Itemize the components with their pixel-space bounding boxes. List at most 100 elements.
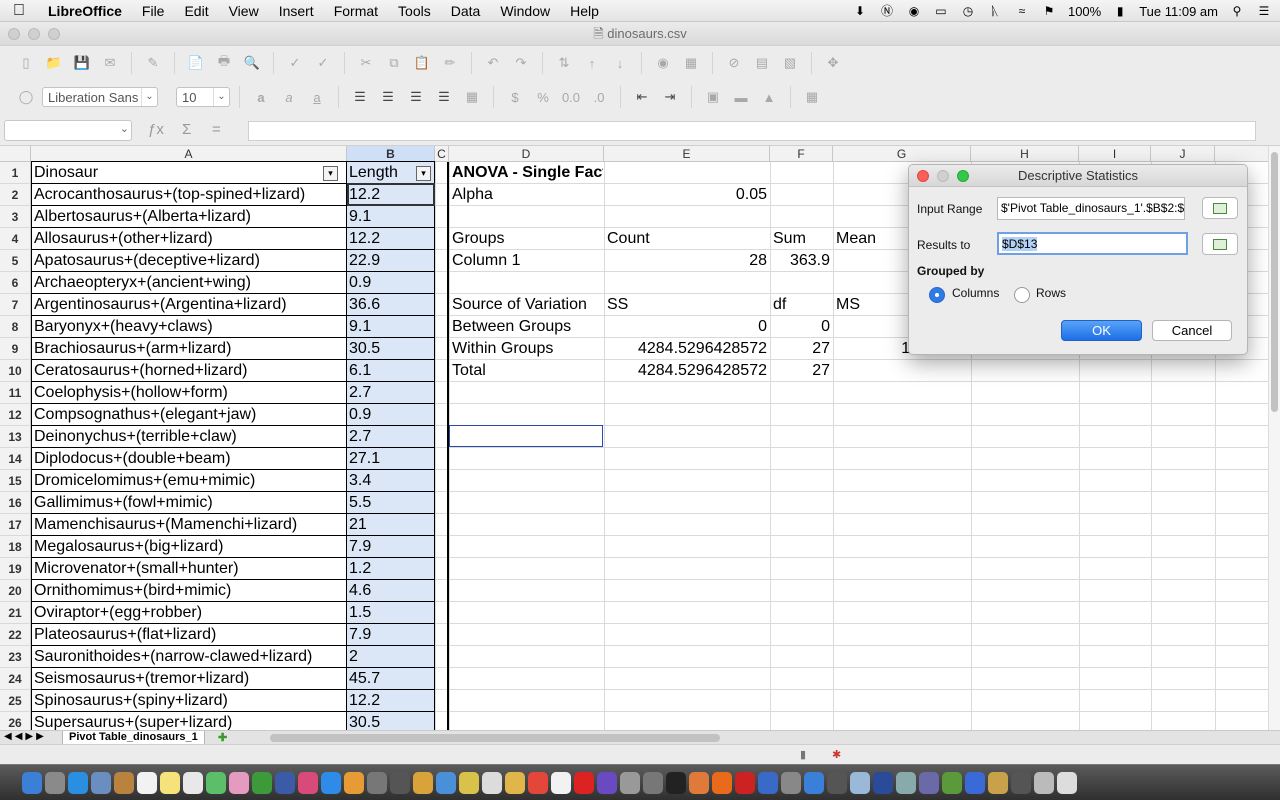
menu-format[interactable]: Format (324, 3, 388, 19)
underline-icon[interactable]: a (307, 87, 327, 107)
trash-icon[interactable] (1057, 771, 1077, 794)
document-modified-icon[interactable]: ✱ (832, 748, 841, 761)
vertical-scroll-thumb[interactable] (1271, 152, 1278, 412)
add-sheet-icon[interactable]: ✚ (218, 731, 227, 744)
dinosaur-name-cell[interactable]: Deinonychus+(terrible+claw) (32, 426, 346, 448)
source-header-cell[interactable]: Source of Variation (450, 294, 603, 316)
length-cell[interactable]: 0.9 (347, 272, 434, 294)
dialog-close-button[interactable] (917, 170, 929, 182)
chevron-down-icon[interactable]: ⌄ (141, 88, 157, 106)
downloads-stack-icon[interactable] (1011, 771, 1031, 794)
autospell-icon[interactable]: ✓ (313, 53, 333, 73)
app-icon[interactable] (758, 771, 778, 794)
dinosaur-name-cell[interactable]: Coelophysis+(hollow+form) (32, 382, 346, 404)
input-range-field[interactable]: $'Pivot Table_dinosaurs_1'.$B$2:$ (997, 197, 1185, 220)
airplay-icon[interactable]: ▭ (933, 4, 949, 18)
row-header[interactable]: 14 (0, 448, 31, 470)
dinosaur-name-cell[interactable]: Seismosaurus+(tremor+lizard) (32, 668, 346, 690)
dinosaur-name-cell[interactable]: Acrocanthosaurus+(top-spined+lizard) (32, 184, 346, 206)
paste-icon[interactable]: 📋 (412, 53, 432, 73)
length-cell[interactable]: 12.2 (347, 690, 434, 712)
dinosaur-name-cell[interactable]: Dromicelomimus+(emu+mimic) (32, 470, 346, 492)
dinosaur-name-cell[interactable]: Apatosaurus+(deceptive+lizard) (32, 250, 346, 272)
header-dinosaur[interactable]: Dinosaur (32, 162, 346, 184)
number-format-icon[interactable]: 0.0 (561, 87, 581, 107)
row-header[interactable]: 18 (0, 536, 31, 558)
new-document-icon[interactable]: ▯ (16, 53, 36, 73)
column-header-g[interactable]: G (833, 146, 971, 162)
dialog-zoom-button[interactable] (957, 170, 969, 182)
maps-icon[interactable] (206, 771, 226, 794)
filezilla-icon[interactable] (735, 771, 755, 794)
documents-stack-icon[interactable] (1034, 771, 1054, 794)
edit-mode-icon[interactable]: ✎ (143, 53, 163, 73)
vertical-scrollbar[interactable] (1268, 146, 1280, 730)
add-decimal-icon[interactable]: .0 (589, 87, 609, 107)
row-header[interactable]: 23 (0, 646, 31, 668)
row-header[interactable]: 17 (0, 514, 31, 536)
apple-icon[interactable]:  (0, 2, 38, 20)
horizontal-scrollbar[interactable] (270, 734, 720, 742)
row-header[interactable]: 5 (0, 250, 31, 272)
chevron-down-icon[interactable]: ⌄ (120, 122, 129, 135)
app-icon[interactable] (965, 771, 985, 794)
circle-icon[interactable]: ◉ (906, 4, 922, 18)
safari-icon[interactable] (68, 771, 88, 794)
dinosaur-name-cell[interactable]: Sauronithoides+(narrow-clawed+lizard) (32, 646, 346, 668)
redo-icon[interactable]: ↷ (511, 53, 531, 73)
length-cell[interactable]: 7.9 (347, 536, 434, 558)
app-icon[interactable] (436, 771, 456, 794)
launchpad-icon[interactable] (45, 771, 65, 794)
row-header[interactable]: 4 (0, 228, 31, 250)
total-cell[interactable]: 4284.5296428572 (605, 360, 769, 382)
copy-icon[interactable]: ⧉ (384, 53, 404, 73)
dinosaur-name-cell[interactable]: Archaeopteryx+(ancient+wing) (32, 272, 346, 294)
row-header[interactable]: 26 (0, 712, 31, 730)
opera-icon[interactable] (574, 771, 594, 794)
dinosaur-name-cell[interactable]: Plateosaurus+(flat+lizard) (32, 624, 346, 646)
name-box[interactable]: ⌄ (4, 120, 132, 141)
reminders-icon[interactable] (183, 771, 203, 794)
autofilter-dropdown-icon[interactable]: ▾ (323, 166, 338, 181)
dinosaur-name-cell[interactable]: Diplodocus+(double+beam) (32, 448, 346, 470)
cut-icon[interactable]: ✂ (356, 53, 376, 73)
notes-icon[interactable] (160, 771, 180, 794)
within-groups-cell[interactable]: Within Groups (450, 338, 603, 360)
app-icon[interactable] (413, 771, 433, 794)
grid-lines-icon[interactable]: ▦ (802, 87, 822, 107)
save-icon[interactable]: 💾 (72, 53, 92, 73)
sheet-tab[interactable]: Pivot Table_dinosaurs_1 (62, 731, 205, 745)
menu-file[interactable]: File (132, 3, 175, 19)
menu-insert[interactable]: Insert (269, 3, 324, 19)
row-header[interactable]: 11 (0, 382, 31, 404)
results-to-field[interactable]: $D$13 (997, 232, 1188, 255)
menu-app[interactable]: LibreOffice (38, 3, 132, 19)
app-icon[interactable] (689, 771, 709, 794)
sum-icon[interactable]: Σ (182, 121, 191, 138)
app-icon[interactable] (459, 771, 479, 794)
italic-icon[interactable]: a (279, 87, 299, 107)
contacts-icon[interactable] (114, 771, 134, 794)
column-header-d[interactable]: D (449, 146, 604, 162)
freeze-icon[interactable]: ✥ (823, 53, 843, 73)
hyperlink-icon[interactable]: ⊘ (724, 53, 744, 73)
select-all-corner[interactable] (0, 146, 31, 162)
columns-radio-label[interactable]: Columns (952, 286, 999, 300)
formula-input[interactable] (248, 121, 1256, 141)
merge-cells-icon[interactable]: ▦ (462, 87, 482, 107)
formula-icon[interactable]: = (212, 121, 221, 138)
sort-ascending-icon[interactable]: ↑ (582, 53, 602, 73)
download-icon[interactable]: ⬇ (852, 4, 868, 18)
row-header[interactable]: 2 (0, 184, 31, 206)
menu-help[interactable]: Help (560, 3, 609, 19)
length-cell[interactable]: 9.1 (347, 316, 434, 338)
currency-icon[interactable]: $ (505, 87, 525, 107)
length-cell[interactable]: 0.9 (347, 404, 434, 426)
dinosaur-name-cell[interactable]: Supersaurus+(super+lizard) (32, 712, 346, 730)
help-icon[interactable] (827, 771, 847, 794)
close-window-button[interactable] (8, 28, 20, 40)
app-icon[interactable] (482, 771, 502, 794)
column-header-h[interactable]: H (971, 146, 1079, 162)
selected-cell-d13[interactable] (449, 425, 603, 447)
length-cell[interactable]: 9.1 (347, 206, 434, 228)
